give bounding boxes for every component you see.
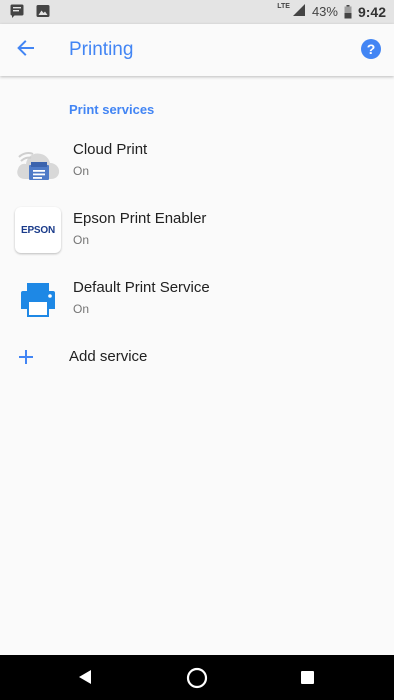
add-service-button[interactable]: Add service	[0, 340, 394, 374]
service-status: On	[73, 302, 90, 316]
service-title: Cloud Print	[73, 141, 148, 158]
plus-icon	[17, 348, 35, 366]
service-status: On	[73, 164, 90, 178]
printing-settings-screen: LTE 43% 9:42 Printing ? Print services C…	[0, 0, 394, 700]
clock: 9:42	[357, 3, 386, 20]
section-header-print-services: Print services	[69, 102, 155, 117]
service-item-epson-print-enabler[interactable]: EPSON Epson Print Enabler On	[0, 199, 394, 267]
message-notification-icon	[10, 4, 24, 23]
epson-logo-text: EPSON	[20, 224, 55, 236]
arrow-back-icon	[17, 39, 35, 62]
battery-percent: 43%	[311, 4, 338, 19]
nav-back-button[interactable]	[78, 669, 92, 690]
svg-text:?: ?	[367, 41, 376, 57]
printer-icon	[15, 277, 61, 323]
page-title: Printing	[69, 39, 134, 60]
back-button[interactable]	[12, 36, 40, 64]
epson-logo: EPSON	[15, 207, 61, 253]
service-status: On	[73, 233, 90, 247]
image-notification-icon	[36, 4, 50, 23]
notification-icons	[10, 4, 50, 23]
status-indicators: LTE 43% 9:42	[277, 3, 386, 20]
signal-icon	[292, 3, 306, 20]
add-service-label: Add service	[69, 348, 148, 365]
service-item-default-print-service[interactable]: Default Print Service On	[0, 268, 394, 336]
service-title: Default Print Service	[73, 279, 210, 296]
status-bar: LTE 43% 9:42	[0, 0, 394, 24]
system-nav-bar	[0, 655, 394, 700]
battery-icon	[344, 4, 352, 19]
help-button[interactable]: ?	[360, 38, 382, 60]
nav-recents-button[interactable]	[301, 671, 314, 684]
epson-logo-icon: EPSON	[15, 207, 61, 253]
help-icon: ?	[360, 39, 382, 64]
service-item-cloud-print[interactable]: Cloud Print On	[0, 130, 394, 198]
cloud-print-icon	[15, 142, 61, 188]
network-type-label: LTE	[277, 3, 290, 10]
app-bar: Printing ?	[0, 24, 394, 76]
nav-home-button[interactable]	[186, 667, 208, 694]
service-title: Epson Print Enabler	[73, 210, 207, 227]
